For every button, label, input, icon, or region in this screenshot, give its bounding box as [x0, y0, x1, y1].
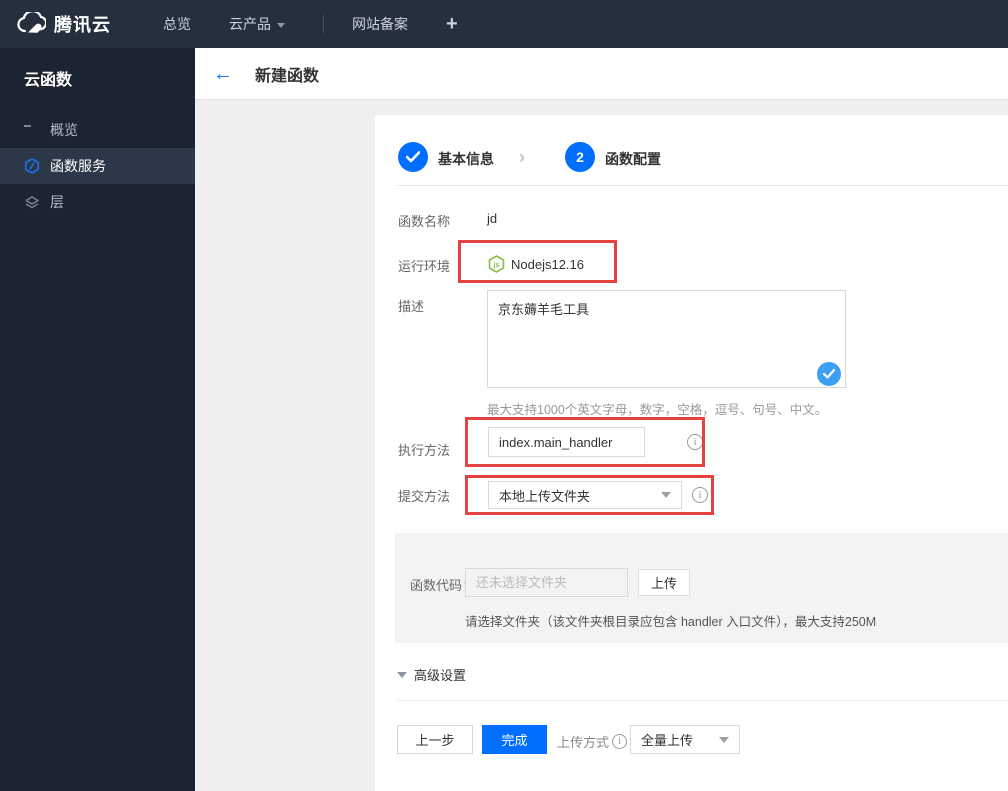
sidebar-item-overview[interactable]: 概览 [0, 112, 195, 148]
upload-mode-info-icon[interactable]: i [612, 734, 628, 749]
description-valid-check-icon [817, 362, 841, 386]
nav-item-icp[interactable]: 网站备案 [352, 14, 408, 34]
topbar: 腾讯云 总览 云产品 网站备案 + [0, 0, 1008, 48]
svg-text:js: js [493, 262, 500, 269]
description-label: 描述 [398, 299, 425, 314]
runtime-value: Nodejs12.16 [511, 257, 584, 272]
submit-method-value: 本地上传文件夹 [499, 488, 591, 504]
nav-item-products[interactable]: 云产品 [229, 14, 285, 34]
sidebar-menu: 概览 函数服务 层 [0, 112, 195, 220]
upload-button[interactable]: 上传 [638, 569, 690, 596]
previous-step-button[interactable]: 上一步 [397, 725, 473, 754]
grid-icon [24, 122, 40, 138]
hexagon-slash-icon [24, 158, 40, 174]
triangle-down-icon [397, 671, 407, 678]
advanced-settings-toggle[interactable]: 高级设置 [397, 665, 466, 684]
create-function-card: 基本信息 › 2 函数配置 函数名称 jd 运行环境 js Nodejs12.1… [375, 115, 1008, 791]
upload-mode-value: 全量上传 [641, 733, 694, 748]
function-name-value: jd [487, 211, 498, 226]
sidebar-item-layers[interactable]: 层 [0, 184, 195, 220]
description-hint: 最大支持1000个英文字母，数字，空格，逗号、句号、中文。 [487, 403, 828, 417]
submit-method-select[interactable]: 本地上传文件夹 [488, 481, 682, 509]
add-nav-button[interactable]: + [446, 13, 458, 36]
step-2-circle: 2 [565, 142, 595, 172]
nav-divider [323, 15, 324, 33]
back-button[interactable]: ← [213, 64, 233, 84]
function-code-panel: 函数代码* 上传 请选择文件夹（该文件夹根目录应包含 handler 入口文件）… [395, 533, 1008, 643]
chevron-down-icon [277, 22, 285, 28]
function-code-hint: 请选择文件夹（该文件夹根目录应包含 handler 入口文件），最大支持250M [465, 615, 877, 629]
page-title: 新建函数 [255, 67, 320, 85]
upload-mode-select[interactable]: 全量上传 [630, 725, 740, 754]
nav-item-overview[interactable]: 总览 [163, 14, 191, 34]
page: 腾讯云 总览 云产品 网站备案 + 云函数 概览 函数服务 层 ← 新建函数 基… [0, 0, 1008, 791]
step-1-label: 基本信息 [438, 151, 494, 167]
nodejs-hexagon-icon: js [488, 255, 505, 276]
sidebar-item-label: 函数服务 [50, 158, 106, 174]
runtime-label: 运行环境 [398, 259, 451, 274]
chevron-down-icon [719, 736, 729, 743]
description-textarea[interactable]: 京东薅羊毛工具 [487, 290, 846, 388]
sidebar-item-function-service[interactable]: 函数服务 [0, 148, 195, 184]
sidebar-title: 云函数 [24, 72, 73, 89]
function-name-label: 函数名称 [398, 214, 451, 229]
check-icon [406, 151, 420, 163]
function-code-label: 函数代码* [410, 575, 469, 594]
finish-button[interactable]: 完成 [482, 725, 547, 754]
handler-label: 执行方法 [398, 443, 451, 458]
step-1-circle [398, 142, 428, 172]
submit-method-label: 提交方法 [398, 489, 451, 504]
sidebar: 云函数 概览 函数服务 层 [0, 48, 195, 791]
cloud-icon [16, 9, 48, 37]
page-header: ← 新建函数 [195, 48, 1008, 100]
advanced-settings-label: 高级设置 [414, 668, 467, 683]
sidebar-item-label: 层 [50, 194, 64, 210]
folder-path-input[interactable] [465, 568, 628, 597]
tencent-cloud-logo[interactable]: 腾讯云 [16, 9, 111, 37]
upload-mode-label: 上传方式 i [557, 732, 628, 751]
chevron-down-icon [661, 492, 671, 498]
handler-info-icon[interactable]: i [687, 434, 703, 450]
step-separator-icon: › [519, 147, 525, 167]
layers-icon [24, 194, 40, 210]
divider [397, 185, 1008, 186]
divider [397, 700, 1008, 701]
handler-input[interactable] [488, 427, 645, 457]
step-2-label: 函数配置 [605, 151, 661, 167]
top-navigation: 总览 云产品 网站备案 + [163, 13, 458, 36]
sidebar-item-label: 概览 [50, 122, 78, 138]
submit-method-info-icon[interactable]: i [692, 487, 708, 503]
brand-name: 腾讯云 [54, 15, 111, 35]
